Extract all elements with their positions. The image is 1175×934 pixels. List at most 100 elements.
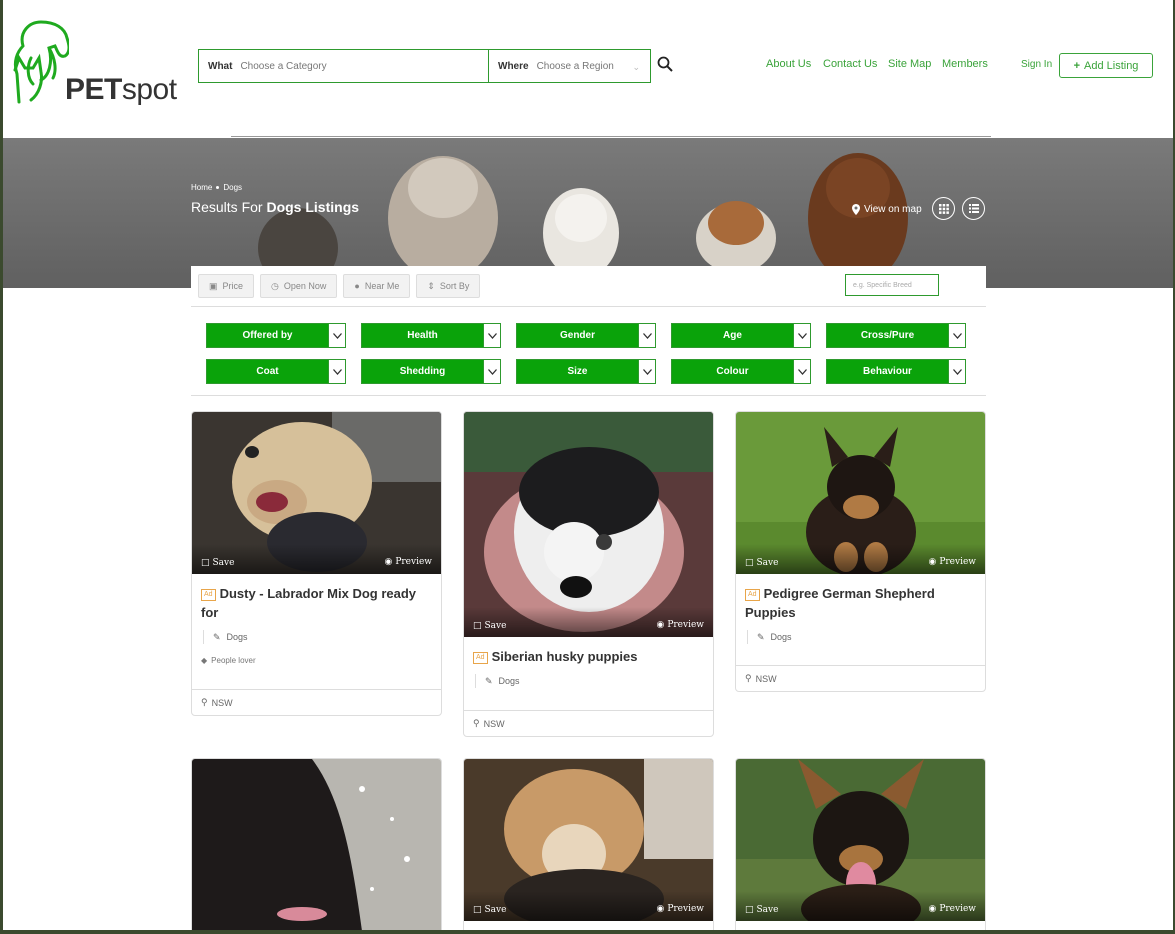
preview-button[interactable]: ◉ Preview — [384, 557, 432, 567]
save-label: Save — [212, 558, 235, 568]
category-select[interactable]: What Choose a Category — [199, 50, 489, 82]
listing-title[interactable]: Ad Pedigree German Shepherd Puppies — [736, 574, 985, 622]
coat-dropdown[interactable]: Coat — [206, 359, 346, 384]
sort-by-button[interactable]: ⇕ Sort By — [416, 274, 481, 298]
bookmark-icon: □ — [745, 905, 754, 915]
preview-button[interactable]: ◉ Preview — [656, 620, 704, 630]
listing-title-text: Siberian husky puppies — [491, 649, 638, 664]
breadcrumb-dogs[interactable]: Dogs — [223, 183, 242, 192]
colour-dropdown[interactable]: Colour — [671, 359, 811, 384]
preview-button[interactable]: ◉ Preview — [656, 904, 704, 914]
what-label: What — [208, 60, 233, 72]
save-button[interactable]: □ Save — [473, 905, 506, 915]
petspot-logo[interactable]: PETspot — [9, 18, 179, 110]
region-select[interactable]: Where Choose a Region ⌄ — [489, 50, 650, 82]
chevron-down-icon — [328, 360, 345, 383]
price-filter-button[interactable]: ▣ Price — [198, 274, 255, 298]
save-button[interactable]: □ Save — [201, 558, 234, 568]
logo-text-spot: spot — [121, 73, 177, 106]
listing-category[interactable]: ✎ Dogs — [475, 674, 713, 688]
chevron-down-icon — [793, 324, 810, 347]
price-label: Price — [222, 281, 244, 291]
chevron-down-icon — [483, 324, 500, 347]
age-dropdown[interactable]: Age — [671, 323, 811, 348]
location-pin-icon: ● — [354, 281, 360, 291]
preview-button[interactable]: ◉ Preview — [928, 904, 976, 914]
list-view-button[interactable] — [962, 197, 985, 220]
dropdown-label: Cross/Pure — [827, 324, 948, 347]
listing-photo[interactable] — [192, 759, 441, 930]
dropdown-label: Age — [672, 324, 793, 347]
search-icon[interactable] — [657, 56, 675, 74]
pet-icon: ✎ — [485, 675, 493, 686]
listing-photo[interactable]: □ Save ◉ Preview — [736, 412, 985, 574]
listing-card[interactable]: □ Save ◉ Preview Ad Dusty - Labrador Mix Do… — [191, 411, 442, 716]
listing-title[interactable]: Ad Dusty - Labrador Mix Dog ready for — [192, 574, 441, 622]
preview-label: Preview — [939, 904, 976, 914]
site-header: PETspot What Choose a Category Where Cho… — [3, 0, 1173, 137]
listing-category[interactable]: ✎ Dogs — [203, 630, 441, 644]
dropdown-label: Health — [362, 324, 483, 347]
cross-pure-dropdown[interactable]: Cross/Pure — [826, 323, 966, 348]
listing-category[interactable]: ✎ Dogs — [747, 630, 985, 644]
size-dropdown[interactable]: Size — [516, 359, 656, 384]
listing-tag: ◆ People lover — [201, 656, 441, 665]
tag-label: People lover — [211, 656, 256, 665]
search-bar: What Choose a Category Where Choose a Re… — [198, 49, 651, 83]
save-button[interactable]: □ Save — [745, 905, 778, 915]
chevron-down-icon — [948, 324, 965, 347]
bookmark-icon: □ — [201, 558, 210, 568]
view-on-map-link[interactable]: View on map — [852, 204, 922, 215]
nav-contact-us[interactable]: Contact Us — [823, 58, 877, 70]
near-me-filter-button[interactable]: ● Near Me — [343, 274, 411, 298]
listing-title[interactable]: Ad Siberian husky puppies — [464, 637, 713, 666]
view-on-map-label: View on map — [864, 204, 922, 215]
preview-button[interactable]: ◉ Preview — [928, 557, 976, 567]
nav-site-map[interactable]: Site Map — [888, 58, 931, 70]
listing-photo[interactable]: □ Save ◉ Preview — [192, 412, 441, 574]
shedding-dropdown[interactable]: Shedding — [361, 359, 501, 384]
save-label: Save — [484, 905, 507, 915]
preview-label: Preview — [395, 557, 432, 567]
listing-card[interactable]: □ Save ◉ Preview — [463, 758, 714, 930]
offered-by-dropdown[interactable]: Offered by — [206, 323, 346, 348]
location-label: NSW — [755, 673, 777, 684]
filter-divider — [191, 306, 986, 307]
save-label: Save — [484, 621, 507, 631]
breadcrumb-home[interactable]: Home — [191, 183, 212, 192]
health-dropdown[interactable]: Health — [361, 323, 501, 348]
quick-filters: ▣ Price ◷ Open Now ● Near Me ⇕ Sort By — [198, 274, 481, 298]
listing-photo[interactable]: □ Save ◉ Preview — [736, 759, 985, 921]
ad-badge: Ad — [473, 652, 488, 664]
eye-icon: ◉ — [928, 904, 937, 914]
pet-icon: ✎ — [757, 631, 765, 642]
behaviour-dropdown[interactable]: Behaviour — [826, 359, 966, 384]
region-placeholder: Choose a Region — [536, 60, 614, 72]
bookmark-icon: □ — [473, 905, 482, 915]
nav-members[interactable]: Members — [942, 58, 988, 70]
dropdown-label: Gender — [517, 324, 638, 347]
sort-icon: ⇕ — [427, 280, 435, 291]
category-placeholder: Choose a Category — [240, 60, 327, 72]
gender-dropdown[interactable]: Gender — [516, 323, 656, 348]
grid-view-button[interactable] — [932, 197, 955, 220]
listing-card[interactable] — [191, 758, 442, 930]
breed-search-input[interactable]: e.g. Specific Breed — [845, 274, 939, 296]
dropdown-label: Shedding — [362, 360, 483, 383]
save-button[interactable]: □ Save — [745, 558, 778, 568]
map-pin-icon: ⚲ — [473, 718, 480, 728]
sort-by-label: Sort By — [439, 281, 470, 291]
listing-photo[interactable]: □ Save ◉ Preview — [464, 759, 713, 921]
listing-card[interactable]: □ Save ◉ Preview Ad Pedigree German Shepher… — [735, 411, 986, 692]
nav-about-us[interactable]: About Us — [766, 58, 811, 70]
eye-icon: ◉ — [384, 557, 393, 567]
sign-in-link[interactable]: Sign In — [1021, 59, 1052, 70]
preview-label: Preview — [667, 620, 704, 630]
listing-card[interactable]: □ Save ◉ Preview — [735, 758, 986, 930]
listing-photo[interactable]: □ Save ◉ Preview — [464, 412, 713, 637]
add-listing-button[interactable]: + Add Listing — [1059, 53, 1153, 78]
plus-icon: + — [1073, 59, 1080, 72]
save-button[interactable]: □ Save — [473, 621, 506, 631]
listing-card[interactable]: □ Save ◉ Preview Ad Siberian husky puppies … — [463, 411, 714, 737]
open-now-filter-button[interactable]: ◷ Open Now — [260, 274, 338, 298]
